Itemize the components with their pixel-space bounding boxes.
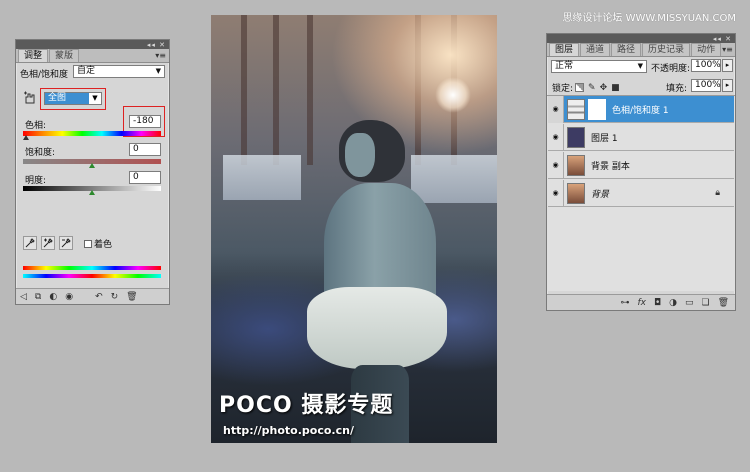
saturation-label: 饱和度: bbox=[25, 148, 56, 158]
preset-value: 自定 bbox=[77, 66, 96, 76]
lock-pixels-icon[interactable]: ✎ bbox=[588, 83, 596, 93]
new-layer-icon[interactable]: ❏ bbox=[701, 298, 709, 308]
visibility-eye-icon[interactable]: ◉ bbox=[548, 95, 564, 123]
chevron-down-icon: ▼ bbox=[89, 93, 101, 104]
document-canvas-photo: POCO 摄影专题 http://photo.poco.cn/ bbox=[211, 15, 497, 443]
layer-name[interactable]: 色相/饱和度 1 bbox=[612, 103, 669, 116]
visibility-eye-icon[interactable]: ◉ bbox=[548, 179, 564, 207]
layer-row[interactable]: ◉ 背景 副本 bbox=[548, 151, 734, 179]
lock-label: 锁定: bbox=[552, 84, 574, 94]
add-mask-icon[interactable]: ◘ bbox=[654, 298, 661, 308]
back-arrow-icon[interactable]: ◁ bbox=[20, 292, 27, 302]
chevron-down-icon: ▼ bbox=[155, 67, 161, 75]
layer-thumbnail bbox=[567, 126, 585, 148]
lock-transparency-icon[interactable] bbox=[575, 83, 585, 92]
layer-thumbnail bbox=[567, 154, 585, 176]
panel-collapse-strip[interactable]: ◂◂ ✕ bbox=[16, 40, 169, 49]
layer-name[interactable]: 背景 副本 bbox=[591, 159, 630, 172]
tab-adjustments[interactable]: 调整 bbox=[18, 49, 49, 62]
hue-input[interactable]: -180 bbox=[129, 115, 161, 128]
layer-row[interactable]: ◉ 色相/饱和度 1 bbox=[548, 95, 734, 123]
panel-menu-icon[interactable]: ▾≡ bbox=[155, 51, 166, 60]
layers-bottom-bar: ⊶ fx ◘ ◑ ▭ ❏ 🗑 bbox=[547, 294, 735, 310]
channel-value: 全图 bbox=[48, 93, 67, 103]
mask-thumbnail[interactable] bbox=[588, 98, 606, 120]
adjustment-layer-thumbnail bbox=[567, 98, 585, 120]
previous-state-icon[interactable]: ↶ bbox=[95, 292, 103, 302]
fill-label: 填充: bbox=[666, 84, 688, 94]
hue-spectrum-slider[interactable] bbox=[23, 131, 161, 136]
chevron-down-icon: ▼ bbox=[637, 62, 643, 70]
eyedropper-plus-icon[interactable] bbox=[41, 236, 55, 250]
photo-brand-logo: POCO 摄影专题 bbox=[219, 393, 394, 418]
tab-history[interactable]: 历史记录 bbox=[642, 43, 691, 56]
blend-mode-select[interactable]: 正常 ▼ bbox=[551, 60, 647, 73]
output-color-bar bbox=[23, 274, 161, 278]
new-adjustment-layer-icon[interactable]: ◑ bbox=[669, 298, 677, 308]
layer-list: ◉ 色相/饱和度 1 ◉ 图层 1 ◉ 背景 副本 ◉ 背景 🔒︎ bbox=[547, 95, 735, 291]
colorize-checkbox[interactable] bbox=[84, 239, 92, 248]
opacity-dropdown-icon[interactable]: ▸ bbox=[722, 59, 733, 72]
visibility-eye-icon[interactable]: ◉ bbox=[548, 151, 564, 179]
preset-label: 色相/饱和度 bbox=[20, 70, 69, 80]
adjustments-panel: ◂◂ ✕ 调整 蒙版 ▾≡ 色相/饱和度 自定 ▼ 全图 ▼ 色相: -180 … bbox=[15, 39, 170, 305]
tab-channels[interactable]: 通道 bbox=[580, 43, 611, 56]
panel-menu-icon[interactable]: ▾≡ bbox=[722, 45, 733, 54]
fill-input[interactable]: 100% bbox=[691, 79, 721, 92]
white-shirt bbox=[307, 287, 447, 369]
opacity-input[interactable]: 100% bbox=[691, 59, 721, 72]
lightness-input[interactable]: 0 bbox=[129, 171, 161, 184]
adjust-tab-bar: 调整 蒙版 ▾≡ bbox=[16, 49, 169, 63]
trash-icon[interactable]: 🗑 bbox=[126, 292, 137, 302]
eyedropper-icon[interactable] bbox=[23, 236, 37, 250]
watermark: 思缘设计论坛 WWW.MISSYUAN.COM bbox=[562, 13, 736, 24]
tab-actions[interactable]: 动作 bbox=[691, 43, 722, 56]
photo-url-text: http://photo.poco.cn/ bbox=[223, 424, 354, 437]
panel-collapse-strip[interactable]: ◂◂ ✕ bbox=[547, 34, 735, 43]
fill-dropdown-icon[interactable]: ▸ bbox=[722, 79, 733, 92]
visibility-eye-icon[interactable]: ◉ bbox=[65, 292, 73, 302]
blend-mode-value: 正常 bbox=[555, 61, 574, 71]
input-color-bar bbox=[23, 266, 161, 270]
channel-select[interactable]: 全图 ▼ bbox=[44, 92, 102, 105]
opacity-label: 不透明度: bbox=[651, 64, 691, 74]
lock-position-icon[interactable]: ✥ bbox=[600, 83, 608, 93]
layer-row[interactable]: ◉ 背景 🔒︎ bbox=[548, 179, 734, 207]
light-source bbox=[435, 77, 471, 113]
layer-name[interactable]: 图层 1 bbox=[591, 131, 618, 144]
tab-masks[interactable]: 蒙版 bbox=[49, 49, 80, 62]
visibility-eye-icon[interactable]: ◉ bbox=[548, 123, 564, 151]
layer-style-fx-icon[interactable]: fx bbox=[637, 298, 646, 308]
tab-layers[interactable]: 图层 bbox=[549, 43, 580, 56]
clip-layer-icon[interactable]: ◐ bbox=[49, 292, 57, 302]
saturation-slider-thumb[interactable] bbox=[89, 163, 95, 168]
hue-slider-thumb[interactable] bbox=[23, 135, 29, 140]
reset-icon[interactable]: ↻ bbox=[111, 292, 119, 302]
hue-label: 色相: bbox=[25, 121, 47, 131]
new-group-icon[interactable]: ▭ bbox=[685, 298, 694, 308]
adjust-bottom-bar: ◁ ⧉ ◐ ◉ ↶ ↻ 🗑 bbox=[16, 288, 169, 304]
preset-select[interactable]: 自定 ▼ bbox=[73, 65, 165, 78]
tab-paths[interactable]: 路径 bbox=[611, 43, 642, 56]
eyedropper-minus-icon[interactable] bbox=[59, 236, 73, 250]
trash-icon[interactable]: 🗑 bbox=[718, 298, 729, 308]
layer-thumbnail bbox=[567, 182, 585, 204]
layers-tab-bar: 图层 通道 路径 历史记录 动作 ▾≡ bbox=[547, 43, 735, 57]
layers-panel: ◂◂ ✕ 图层 通道 路径 历史记录 动作 ▾≡ 正常 ▼ 不透明度: 100%… bbox=[546, 33, 736, 311]
lock-icon: 🔒︎ bbox=[715, 188, 720, 198]
panel-view-icon[interactable]: ⧉ bbox=[35, 292, 41, 302]
link-layers-icon[interactable]: ⊶ bbox=[620, 298, 629, 308]
colorize-label: 着色 bbox=[94, 240, 113, 250]
layer-name[interactable]: 背景 bbox=[591, 187, 609, 200]
lightness-slider-thumb[interactable] bbox=[89, 190, 95, 195]
lock-all-icon[interactable]: ■ bbox=[611, 83, 620, 93]
layer-row[interactable]: ◉ 图层 1 bbox=[548, 123, 734, 151]
lightness-label: 明度: bbox=[25, 176, 47, 186]
hand-adjust-icon[interactable] bbox=[23, 91, 37, 105]
saturation-input[interactable]: 0 bbox=[129, 143, 161, 156]
